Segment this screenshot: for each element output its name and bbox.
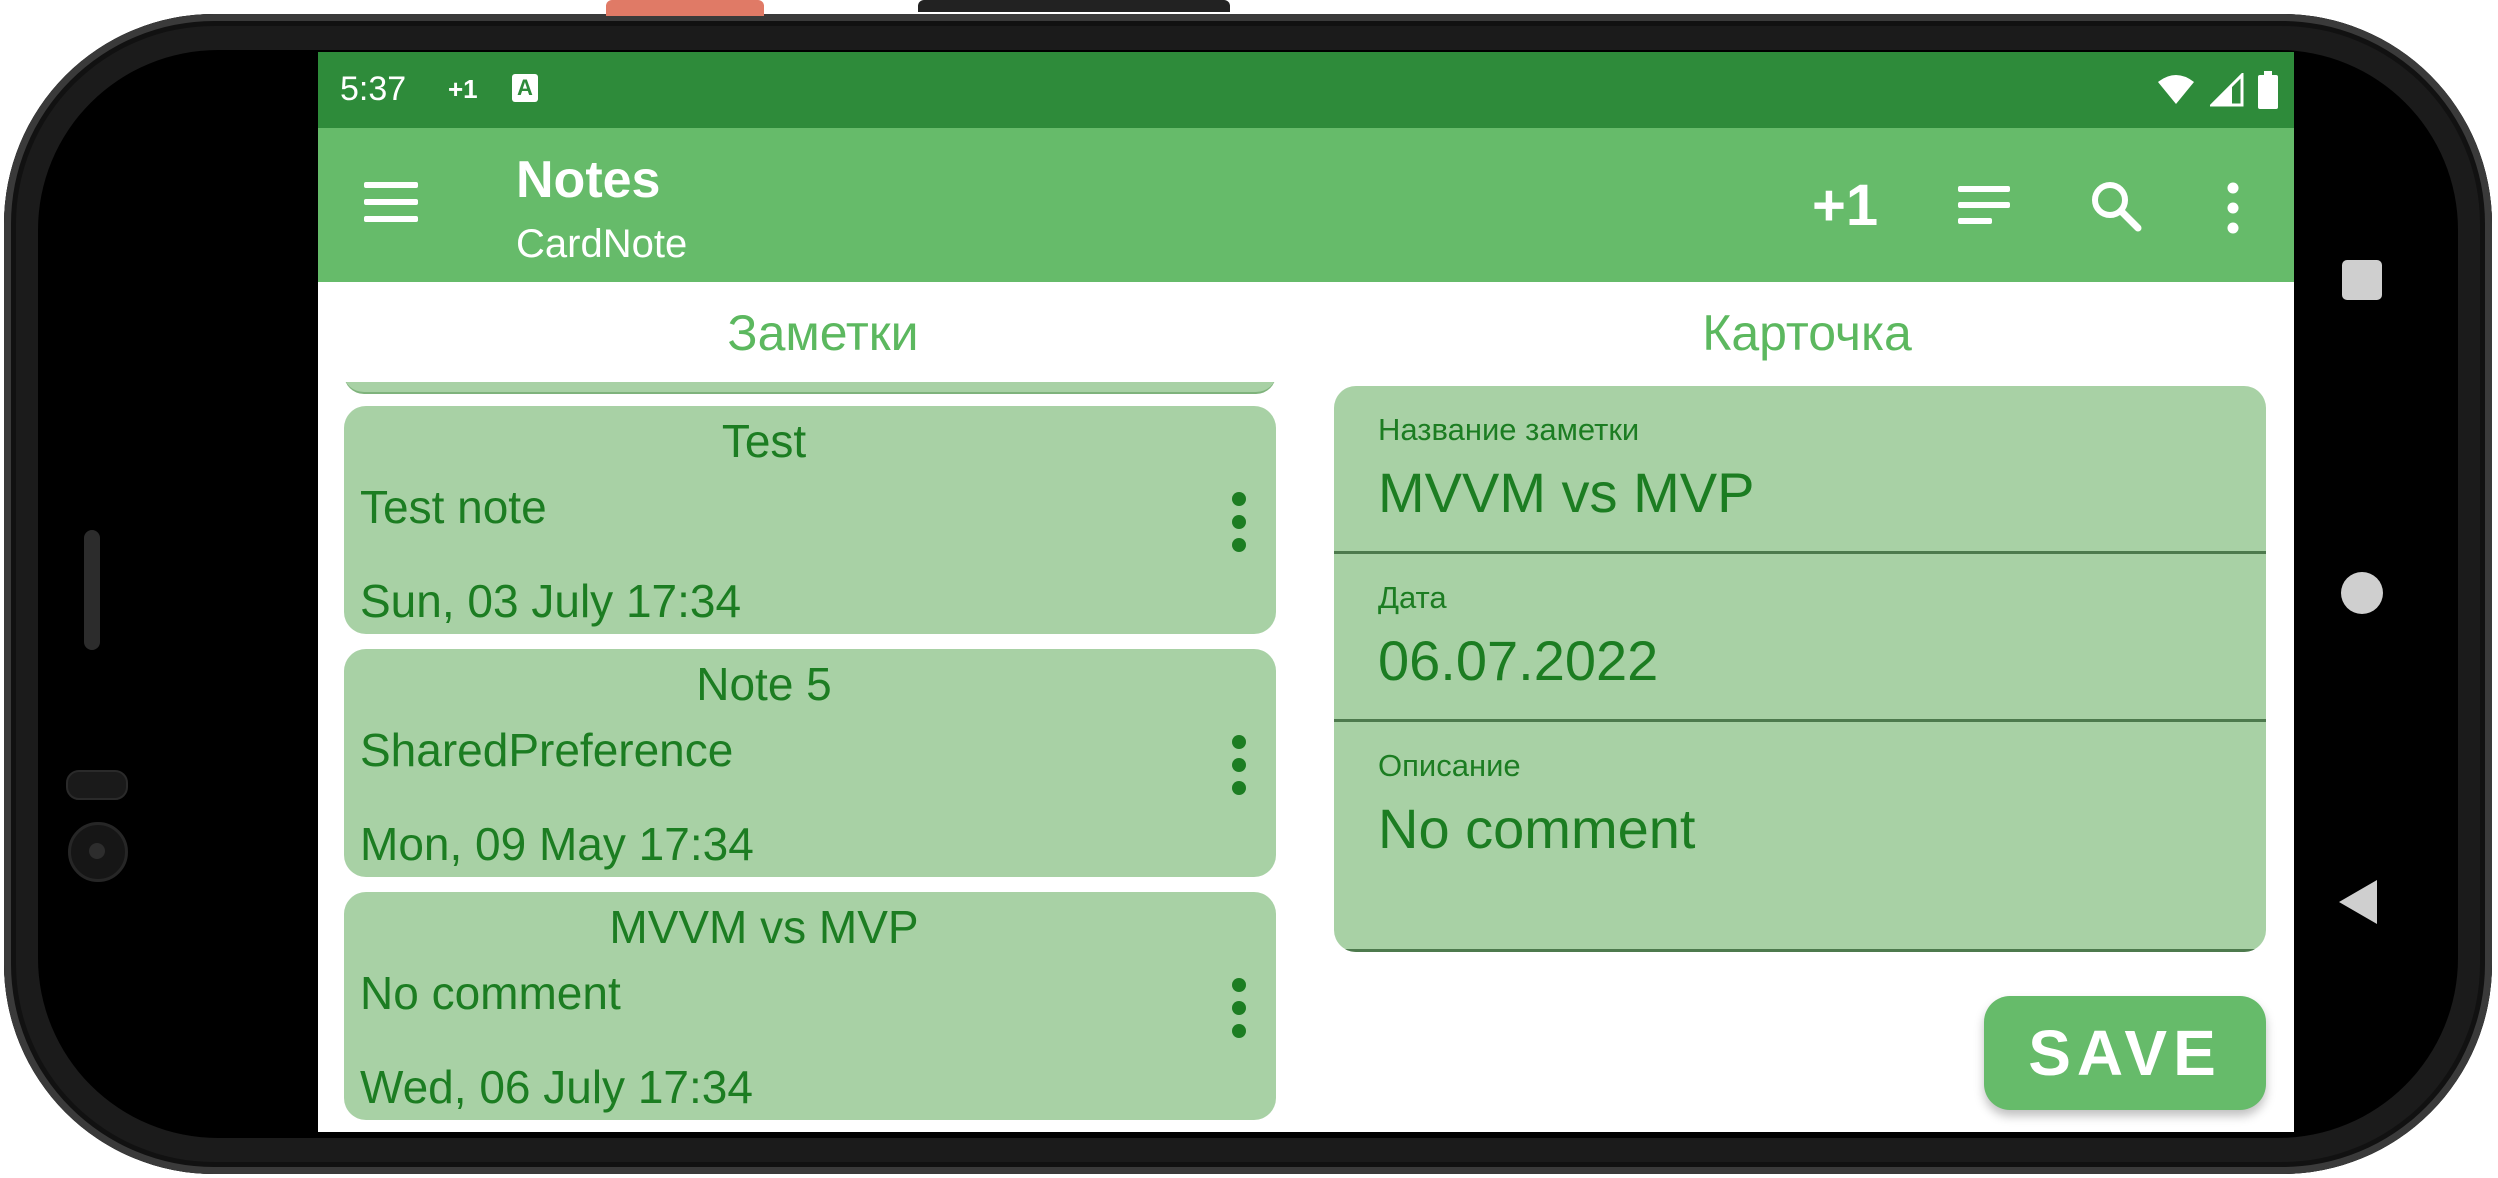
app-title: Notes (516, 151, 661, 209)
note-card[interactable]: Note 5 SharedPreference Mon, 09 May 17:3… (344, 649, 1276, 877)
proximity-sensor (66, 770, 128, 800)
front-camera (68, 822, 128, 882)
note-date-input[interactable]: 06.07.2022 (1378, 628, 1658, 693)
back-button-icon[interactable] (2339, 880, 2377, 924)
menu-icon[interactable] (364, 182, 418, 226)
recents-button-icon[interactable] (2342, 260, 2382, 300)
note-title: Test (721, 415, 807, 467)
status-time: 5:37 (340, 70, 407, 108)
volume-button (918, 0, 1230, 12)
note-date: Wed, 06 July 17:34 (360, 1061, 753, 1113)
earpiece-speaker (84, 530, 100, 650)
note-title: Note 5 (696, 658, 832, 710)
note-description: Test note (360, 481, 547, 533)
wifi-icon (2158, 75, 2194, 104)
note-description: SharedPreference (360, 724, 734, 776)
status-bar: 5:37 +1 A (318, 52, 2294, 128)
app-subtitle: CardNote (516, 222, 688, 266)
battery-icon (2258, 71, 2278, 109)
note-description-input[interactable]: No comment (1378, 796, 1695, 861)
note-card[interactable]: Test Test note Sun, 03 July 17:34 (344, 406, 1276, 634)
status-icons (2156, 70, 2278, 110)
app-screen: 5:37 +1 A Notes CardNote +1 Заметки Карт… (318, 52, 2294, 1132)
note-date: Mon, 09 May 17:34 (360, 818, 754, 870)
note-description-label: Описание (1378, 748, 1521, 783)
sort-icon[interactable] (1958, 186, 2010, 234)
note-more-icon[interactable] (1232, 978, 1246, 1038)
notes-list[interactable]: Test Test note Sun, 03 July 17:34 Note 5… (344, 382, 1278, 1132)
note-name-field[interactable]: Название заметки MVVM vs MVP (1334, 386, 2266, 554)
note-more-icon[interactable] (1232, 492, 1246, 552)
field-underline (1334, 949, 2266, 952)
note-date-label: Дата (1378, 580, 1447, 615)
app-bar: Notes CardNote +1 (318, 128, 2294, 282)
note-name-label: Название заметки (1378, 412, 1640, 447)
home-button-icon[interactable] (2341, 572, 2383, 614)
list-item[interactable] (344, 382, 1276, 394)
note-description-field[interactable]: Описание No comment (1334, 722, 2266, 952)
note-name-input[interactable]: MVVM vs MVP (1378, 460, 1754, 525)
note-card[interactable]: MVVM vs MVP No comment Wed, 06 July 17:3… (344, 892, 1276, 1120)
notes-list-title: Заметки (727, 305, 919, 361)
save-button[interactable]: SAVE (1984, 996, 2266, 1110)
power-button (606, 0, 764, 16)
plus-one-button[interactable]: +1 (1812, 172, 1878, 239)
search-icon[interactable] (2088, 178, 2144, 234)
note-more-icon[interactable] (1232, 735, 1246, 795)
notification-plus-one: +1 (448, 74, 478, 104)
note-date: Sun, 03 July 17:34 (360, 575, 742, 627)
notification-a-icon: A (512, 74, 538, 102)
card-panel-title: Карточка (1702, 305, 1912, 361)
note-title: MVVM vs MVP (609, 901, 919, 953)
note-card-form: Название заметки MVVM vs MVP Дата 06.07.… (1334, 386, 2266, 952)
more-vert-icon[interactable] (2218, 178, 2248, 238)
note-description: No comment (360, 967, 621, 1019)
signal-icon (2210, 73, 2244, 107)
note-date-field[interactable]: Дата 06.07.2022 (1334, 554, 2266, 722)
